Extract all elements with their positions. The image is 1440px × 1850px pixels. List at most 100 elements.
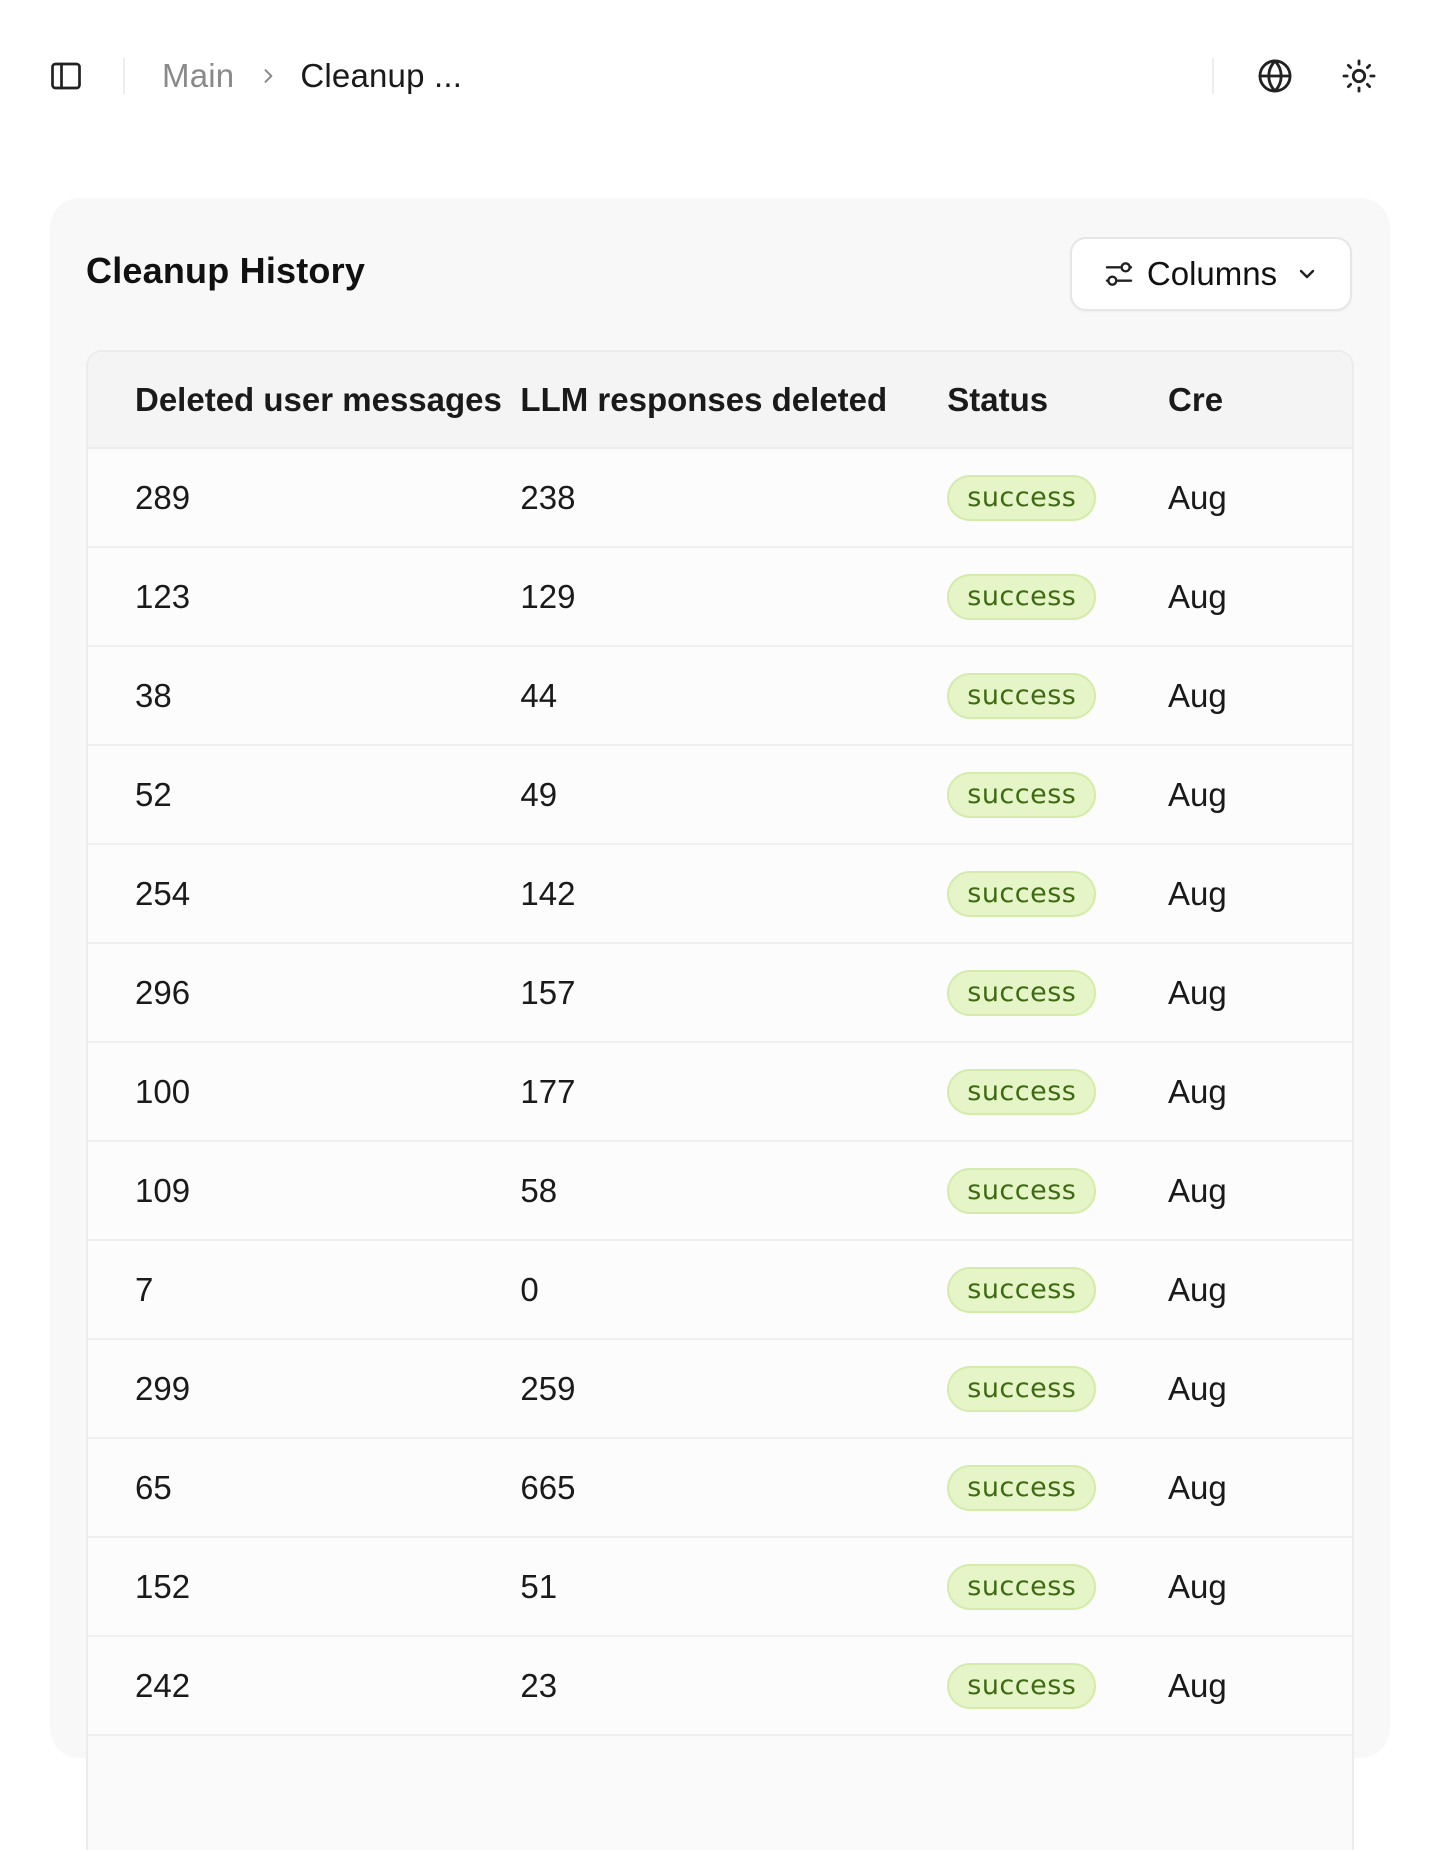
table-row[interactable]: 38 44 success Aug bbox=[88, 647, 1352, 746]
table-row[interactable]: 123 129 success Aug bbox=[88, 548, 1352, 647]
cell-llm-responses-deleted: 665 bbox=[520, 1468, 576, 1506]
cell-deleted-user-messages: 109 bbox=[135, 1171, 191, 1209]
cell-created: Aug bbox=[1168, 1369, 1227, 1407]
status-badge: success bbox=[947, 672, 1097, 719]
status-badge: success bbox=[947, 474, 1097, 521]
cell-status: success bbox=[947, 969, 1168, 1016]
cell-llm-responses-deleted: 23 bbox=[520, 1666, 558, 1704]
cell-status: success bbox=[947, 672, 1168, 719]
cell-created: Aug bbox=[1168, 973, 1227, 1011]
cell-llm-responses-deleted: 0 bbox=[520, 1270, 539, 1308]
table-row[interactable]: 254 142 success Aug bbox=[88, 845, 1352, 944]
cell-deleted-user-messages: 123 bbox=[135, 577, 191, 615]
topbar-divider-left bbox=[123, 58, 125, 94]
breadcrumb-main-link[interactable]: Main bbox=[162, 57, 234, 95]
cell-created: Aug bbox=[1168, 1072, 1227, 1110]
header-deleted-user-messages[interactable]: Deleted user messages bbox=[88, 381, 520, 419]
cell-deleted-user-messages: 38 bbox=[135, 676, 172, 714]
status-badge: success bbox=[947, 1167, 1097, 1214]
cell-deleted-user-messages: 296 bbox=[135, 973, 191, 1011]
cell-llm-responses-deleted: 177 bbox=[520, 1072, 576, 1110]
table-row[interactable]: 296 157 success Aug bbox=[88, 944, 1352, 1043]
cell-llm-responses-deleted: 51 bbox=[520, 1567, 558, 1605]
topbar-divider-right bbox=[1212, 58, 1214, 94]
cell-created: Aug bbox=[1168, 1567, 1227, 1605]
cell-deleted-user-messages: 299 bbox=[135, 1369, 191, 1407]
cell-status: success bbox=[947, 1365, 1168, 1412]
status-badge: success bbox=[947, 1068, 1097, 1115]
cell-status: success bbox=[947, 771, 1168, 818]
table-row[interactable]: 100 177 success Aug bbox=[88, 1043, 1352, 1142]
cell-deleted-user-messages: 65 bbox=[135, 1468, 172, 1506]
cell-deleted-user-messages: 7 bbox=[135, 1270, 154, 1308]
status-badge: success bbox=[947, 1662, 1097, 1709]
breadcrumb: Main Cleanup ... bbox=[162, 54, 462, 98]
cell-deleted-user-messages: 242 bbox=[135, 1666, 191, 1704]
cell-created: Aug bbox=[1168, 1468, 1227, 1506]
cell-created: Aug bbox=[1168, 577, 1227, 615]
cell-status: success bbox=[947, 1068, 1168, 1115]
cell-status: success bbox=[947, 870, 1168, 917]
cell-deleted-user-messages: 52 bbox=[135, 775, 172, 813]
cell-created: Aug bbox=[1168, 874, 1227, 912]
theme-toggle-button[interactable] bbox=[1334, 51, 1384, 101]
globe-icon bbox=[1258, 59, 1292, 93]
cell-llm-responses-deleted: 44 bbox=[520, 676, 558, 714]
table-row[interactable]: 65 665 success Aug bbox=[88, 1439, 1352, 1538]
header-llm-responses-deleted[interactable]: LLM responses deleted bbox=[520, 381, 947, 419]
status-badge: success bbox=[947, 969, 1097, 1016]
chevron-down-icon bbox=[1299, 269, 1315, 279]
cell-llm-responses-deleted: 142 bbox=[520, 874, 576, 912]
table-row[interactable]: 242 23 success Aug bbox=[88, 1637, 1352, 1736]
cell-deleted-user-messages: 289 bbox=[135, 478, 191, 516]
cell-status: success bbox=[947, 1266, 1168, 1313]
cell-created: Aug bbox=[1168, 1270, 1227, 1308]
cell-status: success bbox=[947, 573, 1168, 620]
cell-created: Aug bbox=[1168, 676, 1227, 714]
cell-created: Aug bbox=[1168, 1666, 1227, 1704]
table-row[interactable]: 152 51 success Aug bbox=[88, 1538, 1352, 1637]
cell-llm-responses-deleted: 49 bbox=[520, 775, 558, 813]
cell-llm-responses-deleted: 129 bbox=[520, 577, 576, 615]
cell-created: Aug bbox=[1168, 478, 1227, 516]
cell-llm-responses-deleted: 157 bbox=[520, 973, 576, 1011]
table-row[interactable]: 7 0 success Aug bbox=[88, 1241, 1352, 1340]
status-badge: success bbox=[947, 1266, 1097, 1313]
cell-llm-responses-deleted: 238 bbox=[520, 478, 576, 516]
status-badge: success bbox=[947, 771, 1097, 818]
cell-created: Aug bbox=[1168, 1171, 1227, 1209]
columns-button[interactable]: Columns bbox=[1070, 237, 1352, 311]
cell-created: Aug bbox=[1168, 775, 1227, 813]
cell-llm-responses-deleted: 259 bbox=[520, 1369, 576, 1407]
cell-llm-responses-deleted: 58 bbox=[520, 1171, 558, 1209]
header-created[interactable]: Cre bbox=[1168, 381, 1352, 419]
language-button[interactable] bbox=[1250, 51, 1300, 101]
cleanup-history-card: Cleanup History Columns Deleted user mes… bbox=[50, 198, 1390, 1850]
status-badge: success bbox=[947, 870, 1097, 917]
breadcrumb-current: Cleanup ... bbox=[300, 57, 463, 94]
status-badge: success bbox=[947, 1365, 1097, 1412]
sliders-icon bbox=[1105, 262, 1133, 286]
table-row[interactable]: 109 58 success Aug bbox=[88, 1142, 1352, 1241]
cleanup-history-table: Deleted user messages LLM responses dele… bbox=[86, 350, 1354, 1850]
sidebar-panel-icon bbox=[51, 62, 81, 90]
sidebar-toggle-button[interactable] bbox=[41, 51, 91, 101]
table-header: Deleted user messages LLM responses dele… bbox=[88, 352, 1352, 449]
table-body: 289 238 success Aug 123 129 success Aug 38 44 succ… bbox=[88, 449, 1352, 1736]
cell-status: success bbox=[947, 474, 1168, 521]
table-row[interactable]: 289 238 success Aug bbox=[88, 449, 1352, 548]
sun-icon bbox=[1342, 59, 1376, 93]
status-badge: success bbox=[947, 1464, 1097, 1511]
table-row[interactable]: 299 259 success Aug bbox=[88, 1340, 1352, 1439]
columns-button-label: Columns bbox=[1146, 255, 1278, 292]
top-bar: Main Cleanup ... bbox=[0, 0, 1440, 152]
header-status[interactable]: Status bbox=[947, 381, 1168, 419]
cell-status: success bbox=[947, 1464, 1168, 1511]
status-badge: success bbox=[947, 573, 1097, 620]
table-row[interactable]: 52 49 success Aug bbox=[88, 746, 1352, 845]
cell-deleted-user-messages: 254 bbox=[135, 874, 191, 912]
cell-deleted-user-messages: 100 bbox=[135, 1072, 191, 1110]
cell-status: success bbox=[947, 1167, 1168, 1214]
card-title: Cleanup History bbox=[86, 250, 366, 291]
chevron-right-icon bbox=[258, 66, 278, 86]
